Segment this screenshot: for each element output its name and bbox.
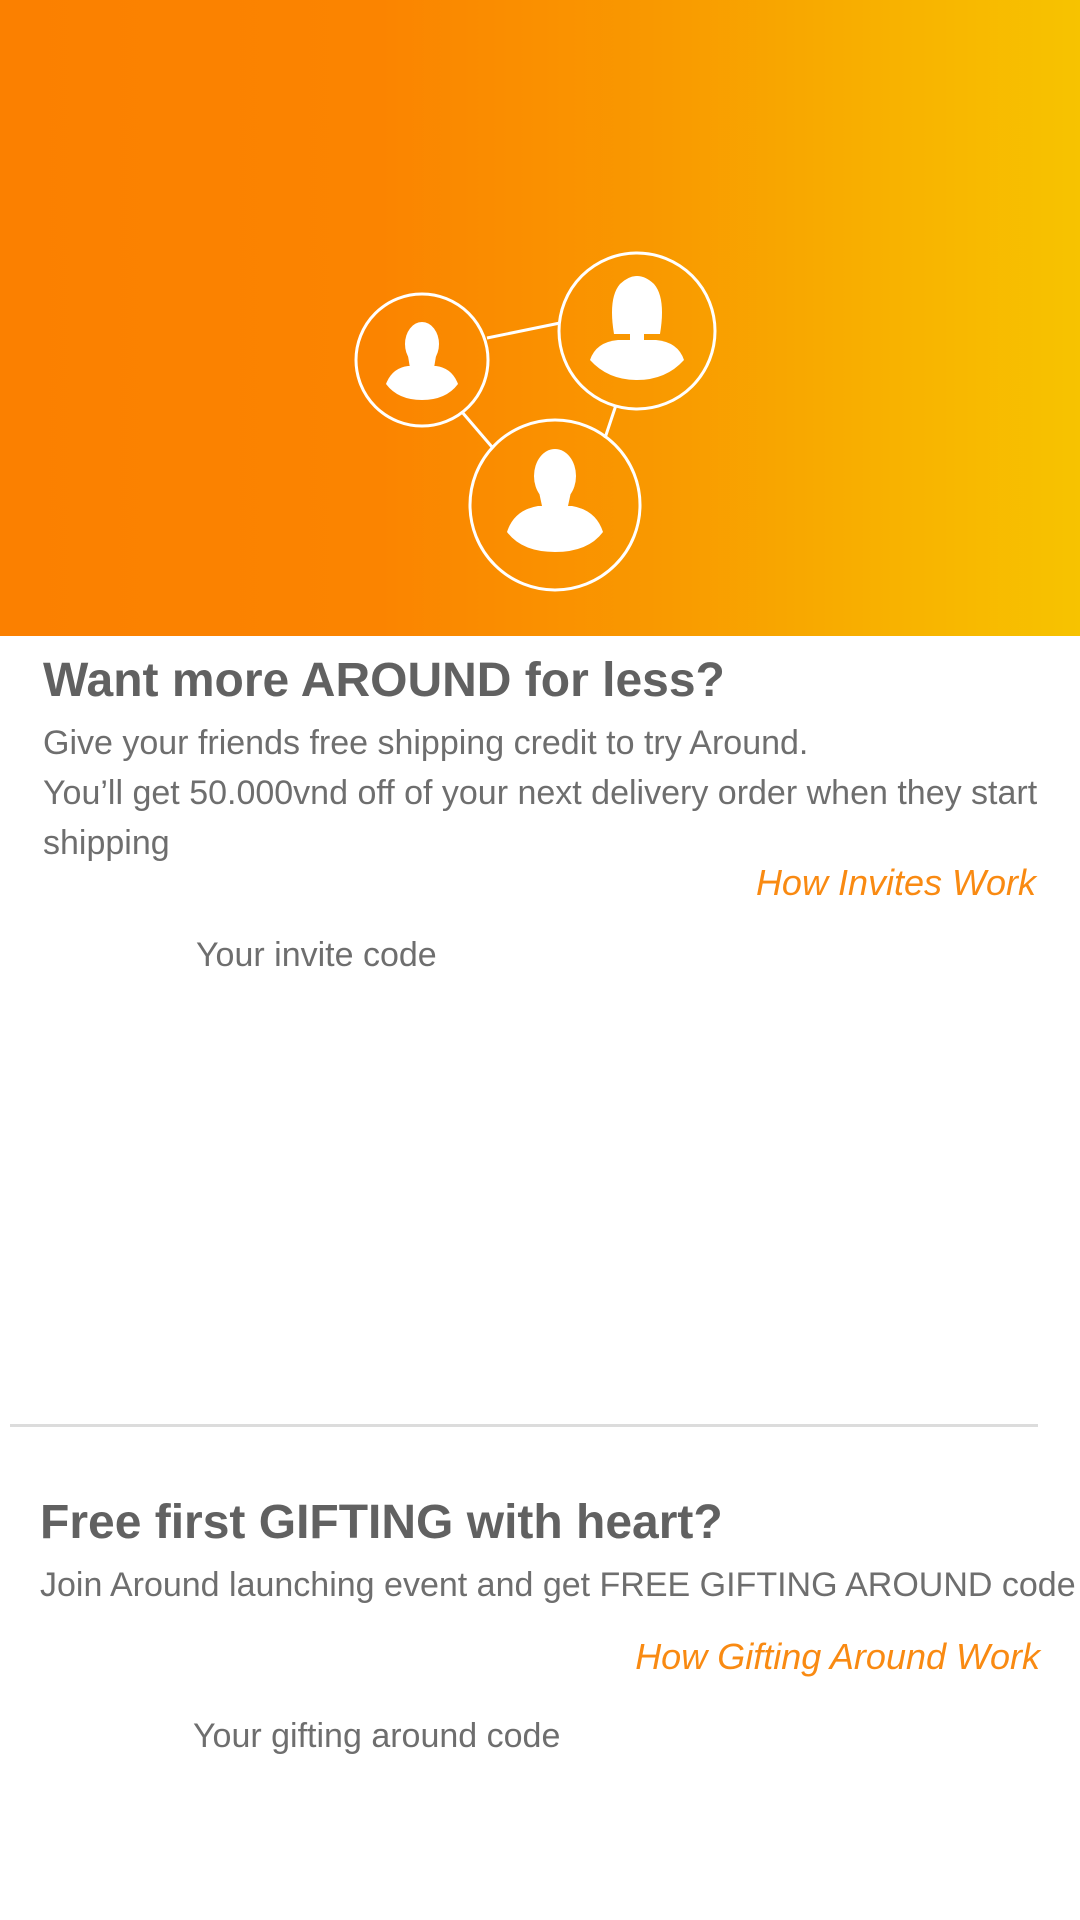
hero-banner: [0, 0, 1080, 636]
invite-title: Want more AROUND for less?: [43, 654, 725, 707]
gifting-code-label: Your gifting around code: [193, 1717, 561, 1755]
how-invites-work-link[interactable]: How Invites Work: [756, 858, 1036, 908]
friends-network-illustration: [354, 251, 717, 592]
invite-description-line-2: You’ll get 50.000vnd off of your next de…: [43, 774, 1038, 862]
gifting-description: Join Around launching event and get FREE…: [40, 1566, 1076, 1604]
user-male-icon: [468, 418, 642, 592]
section-divider: [10, 1424, 1038, 1427]
invite-code-label: Your invite code: [196, 936, 437, 974]
gifting-title: Free first GIFTING with heart?: [40, 1496, 723, 1549]
user-female-icon: [557, 251, 717, 411]
how-gifting-around-work-link[interactable]: How Gifting Around Work: [635, 1632, 1040, 1682]
invite-screen: Want more AROUND for less? Give your fri…: [0, 0, 1080, 1920]
user-male-icon: [354, 292, 490, 428]
invite-description-line-1: Give your friends free shipping credit t…: [43, 724, 809, 762]
